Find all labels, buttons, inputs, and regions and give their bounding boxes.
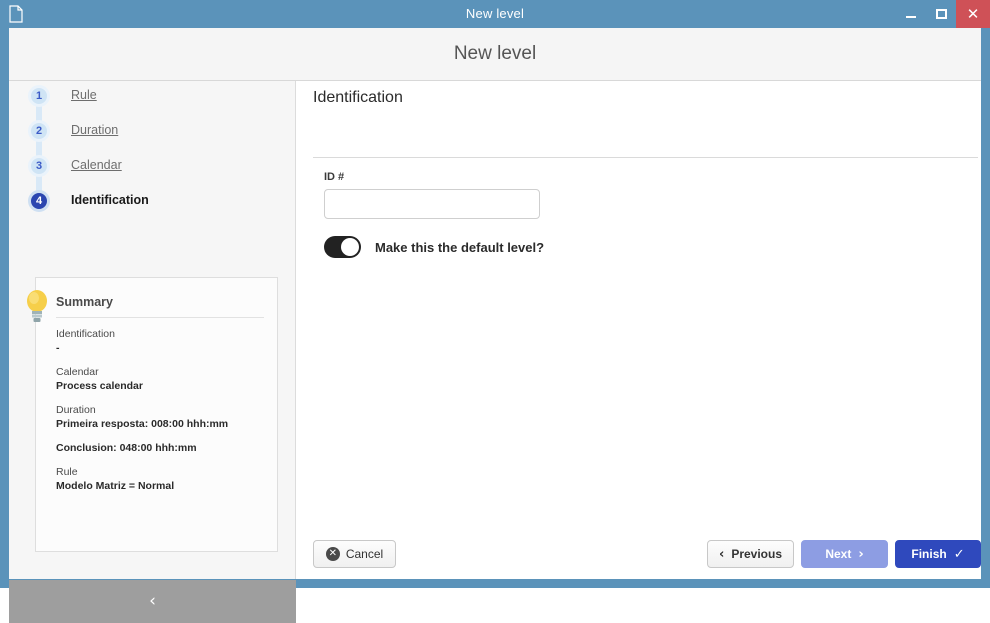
- sidebar-item-label-identification: Identification: [71, 193, 149, 207]
- summary-label: Rule: [56, 466, 78, 478]
- wizard-steps: 1 Rule 2 Duration 3 Calendar 4 Identific…: [28, 81, 278, 221]
- chevron-right-icon: ›: [858, 546, 864, 562]
- wizard-sidebar: 1 Rule 2 Duration 3 Calendar 4 Identific…: [9, 81, 296, 623]
- sidebar-item-duration[interactable]: 2 Duration: [28, 116, 278, 159]
- finish-button-label: Finish: [911, 547, 947, 561]
- section-divider: [313, 157, 978, 158]
- application-window: New level ✕ New level 1 Rule 2 Duration …: [0, 0, 990, 623]
- summary-group-identification: Identification -: [56, 327, 268, 355]
- finish-button[interactable]: Finish ✓: [895, 540, 981, 568]
- close-icon: ✕: [966, 4, 980, 23]
- sidebar-item-rule[interactable]: 1 Rule: [28, 81, 278, 124]
- toggle-knob: [341, 238, 359, 256]
- sidebar-item-label-duration[interactable]: Duration: [71, 123, 118, 137]
- id-input[interactable]: [324, 189, 540, 219]
- summary-content: Identification - Calendar Process calend…: [56, 327, 268, 503]
- summary-value: Modelo Matriz = Normal: [56, 480, 175, 492]
- minimize-button[interactable]: [896, 0, 926, 28]
- chevron-left-icon: ‹: [149, 591, 156, 611]
- previous-button-label: Previous: [731, 547, 783, 561]
- sidebar-item-identification[interactable]: 4 Identification: [28, 186, 278, 221]
- summary-group-duration: Duration Primeira resposta: 008:00 hhh:m…: [56, 403, 268, 431]
- previous-button[interactable]: ‹ Previous: [707, 540, 794, 568]
- dialog-footer: ✕ Cancel ‹ Previous Next › Finish ✓: [297, 81, 981, 579]
- cancel-button-label: Cancel: [345, 547, 384, 561]
- summary-panel: Summary Identification - Calendar Proces…: [26, 277, 278, 552]
- step-number-2: 2: [28, 120, 50, 142]
- close-button[interactable]: ✕: [956, 0, 990, 28]
- lightbulb-icon: [26, 289, 48, 323]
- sidebar-item-label-rule[interactable]: Rule: [71, 88, 97, 102]
- summary-group-calendar: Calendar Process calendar: [56, 365, 268, 393]
- summary-value: Primeira resposta: 008:00 hhh:mm: [56, 418, 229, 430]
- check-icon: ✓: [953, 546, 965, 562]
- cancel-button[interactable]: ✕ Cancel: [313, 540, 396, 568]
- step-number-3: 3: [28, 155, 50, 177]
- dialog-header: New level: [9, 28, 981, 81]
- summary-value: Conclusion: 048:00 hhh:mm: [56, 442, 197, 454]
- minimize-icon: [906, 16, 916, 18]
- summary-group-conclusion: Conclusion: 048:00 hhh:mm: [56, 441, 268, 455]
- next-button[interactable]: Next ›: [801, 540, 888, 568]
- step-number-4: 4: [28, 190, 50, 212]
- sidebar-item-label-calendar[interactable]: Calendar: [71, 158, 122, 172]
- main-content: Identification ID # Make this the defaul…: [297, 81, 981, 579]
- window-title: New level: [465, 6, 525, 21]
- default-level-toggle[interactable]: [324, 236, 361, 258]
- maximize-icon: [935, 9, 947, 19]
- title-bar: New level ✕: [0, 0, 990, 28]
- summary-value: -: [56, 342, 60, 354]
- step-number-1: 1: [28, 85, 50, 107]
- sidebar-collapse-button[interactable]: ‹: [9, 580, 296, 623]
- next-button-label: Next: [825, 547, 852, 561]
- summary-value: Process calendar: [56, 380, 143, 392]
- sidebar-item-calendar[interactable]: 3 Calendar: [28, 151, 278, 194]
- summary-divider: [56, 317, 264, 318]
- dialog-client-area: New level 1 Rule 2 Duration 3 Calendar 4…: [9, 28, 981, 623]
- summary-label: Identification: [56, 328, 115, 340]
- circle-x-icon: ✕: [325, 547, 340, 561]
- default-level-toggle-row: Make this the default level?: [324, 236, 544, 258]
- summary-title: Summary: [56, 295, 113, 309]
- section-title: Identification: [313, 89, 403, 106]
- id-field-label: ID #: [324, 171, 345, 183]
- maximize-button[interactable]: [926, 0, 956, 28]
- summary-label: Calendar: [56, 366, 99, 378]
- page-title: New level: [453, 43, 537, 64]
- chevron-left-icon: ‹: [718, 546, 725, 562]
- summary-label: Duration: [56, 404, 96, 416]
- default-level-toggle-label: Make this the default level?: [375, 239, 545, 255]
- summary-group-rule: Rule Modelo Matriz = Normal: [56, 465, 268, 493]
